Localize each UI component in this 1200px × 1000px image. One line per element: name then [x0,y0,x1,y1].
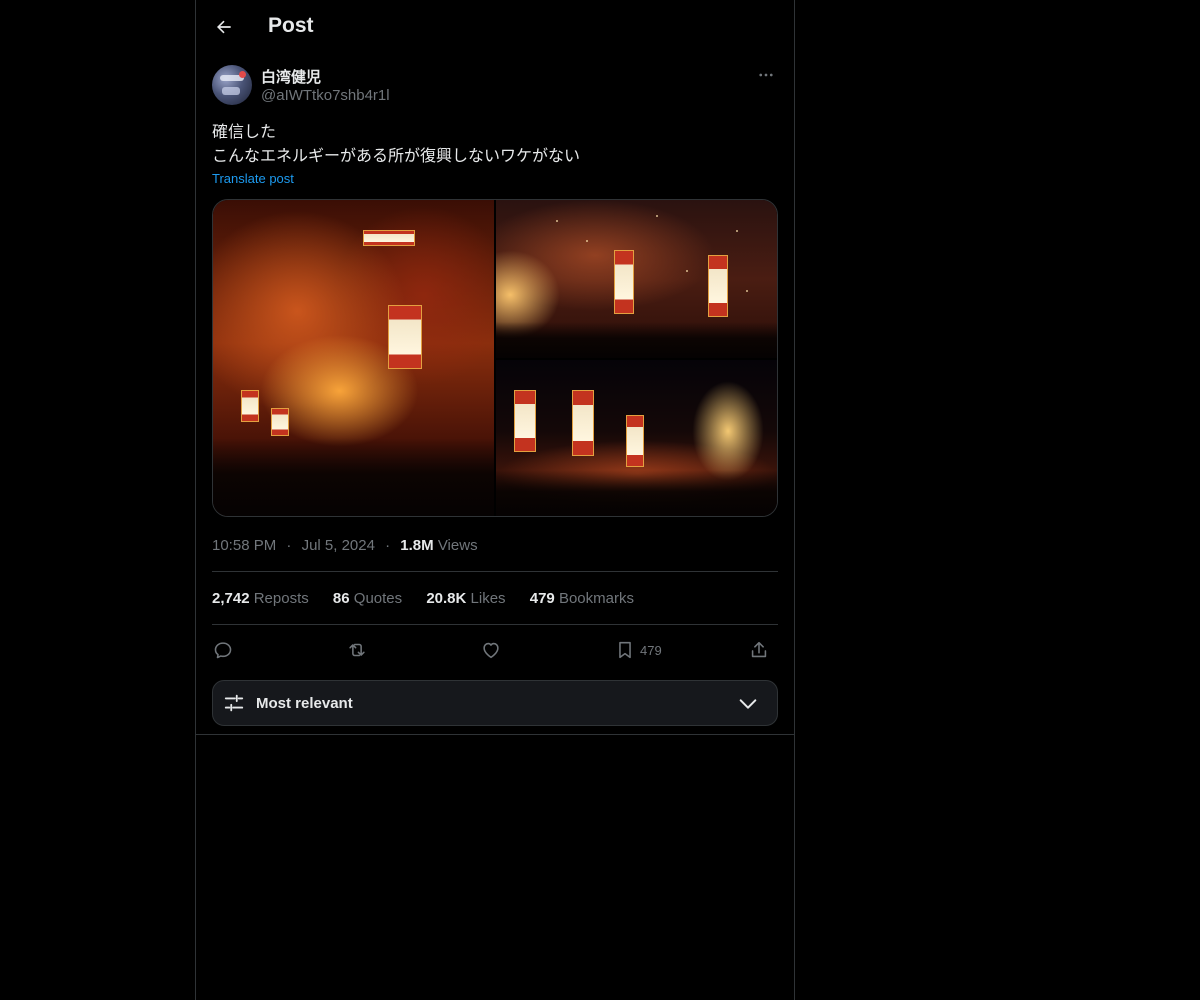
reply-button[interactable] [212,636,234,664]
bookmarks-count: 479 [529,590,555,607]
post-text: 確信した こんなエネルギーがある所が復興しないワケがない [212,120,778,168]
reply-sort-dropdown[interactable]: Most relevant [212,680,778,726]
bookmark-button[interactable]: 479 [614,636,662,664]
post-text-line: こんなエネルギーがある所が復興しないワケがない [212,146,581,165]
views-count: 1.8M [400,537,434,554]
likes-label: Likes [470,590,506,607]
divider [212,571,778,572]
reply-icon [214,642,232,659]
quotes-label: Quotes [353,590,403,607]
repost-icon [349,643,365,657]
quotes-stat[interactable]: 86 Quotes [333,590,402,607]
reposts-label: Reposts [253,590,309,607]
post-text-line: 確信した [212,122,277,141]
reposts-count: 2,742 [212,590,250,607]
meta-separator: · [286,537,292,554]
post-stats: 2,742 Reposts 86 Quotes 20.8K Likes 479 … [212,590,654,607]
bookmarks-stat[interactable]: 479 Bookmarks [530,590,634,607]
page-title: Post [268,14,314,37]
author-handle[interactable]: @aIWTtko7shb4r1l [261,87,390,104]
sliders-icon [224,694,244,712]
bookmark-count: 479 [640,642,662,658]
reposts-stat[interactable]: 2,742 Reposts [212,590,309,607]
post-date[interactable]: Jul 5, 2024 [302,537,375,554]
divider [212,624,778,625]
meta-separator: · [385,537,391,554]
divider [196,734,794,735]
sort-label: Most relevant [256,695,353,712]
share-button[interactable] [748,636,770,664]
repost-button[interactable] [346,636,368,664]
bookmarks-label: Bookmarks [558,590,634,607]
post-actions: 479 [212,636,778,664]
author-display-name[interactable]: 白湾健児 [261,66,321,87]
translate-post-link[interactable]: Translate post [212,171,294,186]
more-options-button[interactable] [754,65,778,85]
like-button[interactable] [480,636,502,664]
more-horizontal-icon [759,73,773,77]
post-media-grid [212,199,778,517]
page-header: Post [196,0,794,55]
post-photo-1[interactable] [213,200,494,516]
post-meta: 10:58 PM · Jul 5, 2024 · 1.8M Views [212,537,478,554]
avatar[interactable] [212,65,252,105]
bookmark-icon [619,641,631,659]
views-label: Views [437,537,478,554]
likes-stat[interactable]: 20.8K Likes [426,590,505,607]
heart-icon [483,642,499,659]
back-button[interactable] [208,11,240,43]
post-time[interactable]: 10:58 PM [212,537,276,554]
post-photo-3[interactable] [496,360,777,516]
post-photo-2[interactable] [496,200,777,358]
share-icon [751,641,767,658]
quotes-count: 86 [332,590,350,607]
arrow-left-icon [217,20,231,34]
post-author: 白湾健児 @aIWTtko7shb4r1l [212,65,778,109]
post-column: Post 白湾健児 @aIWTtko7shb4r1l 確信した こんなエネルギー… [195,0,795,1000]
chevron-down-icon [739,699,757,709]
likes-count: 20.8K [426,590,467,607]
